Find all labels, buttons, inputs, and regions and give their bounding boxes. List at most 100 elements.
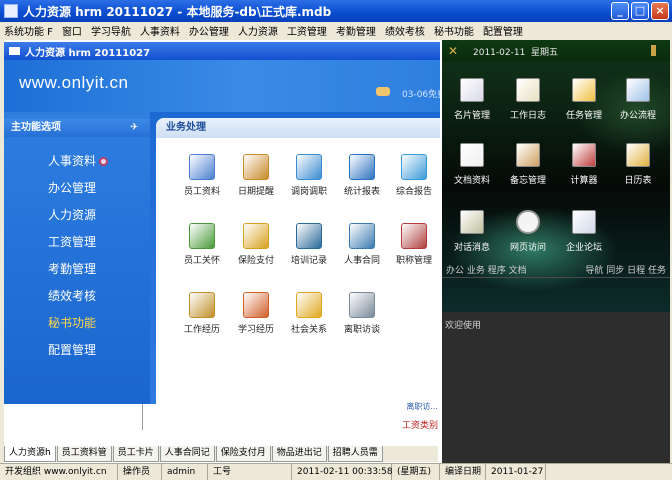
menu-office[interactable]: 办公管理 <box>189 23 229 38</box>
sidebar-tile-work-log[interactable]: 工作日志 <box>500 78 556 136</box>
sidebar-tile-business-card[interactable]: 名片管理 <box>444 78 500 136</box>
nav-item-label: 人事资料 <box>48 154 97 168</box>
close-button[interactable]: × <box>651 2 669 20</box>
menu-config[interactable]: 配置管理 <box>483 23 523 38</box>
tile-work-history[interactable]: 工作经历 <box>176 292 228 348</box>
underlying-grid: 离职访... 工资类别 <box>150 402 442 431</box>
tile-study-history[interactable]: 学习经历 <box>230 292 282 348</box>
tab-recruit[interactable]: 招聘人员需 <box>327 446 383 462</box>
sidebar-tile-task[interactable]: 任务管理 <box>556 78 612 136</box>
tile-care[interactable]: 员工关怀 <box>176 223 228 279</box>
menu-payroll[interactable]: 工资管理 <box>287 23 327 38</box>
tile-label: 统计报表 <box>343 187 380 197</box>
sidebar-tile-calendar-chip[interactable]: 日历表 <box>610 143 666 201</box>
report-icon <box>401 154 427 180</box>
close-sidebar-icon[interactable]: ✕ <box>448 44 458 58</box>
nav-item-payroll[interactable]: 工资管理 <box>48 233 96 250</box>
sidebar-cats-right[interactable]: 导航 同步 日程 任务 <box>585 263 666 276</box>
tile-insurance[interactable]: 保险支付 <box>230 223 282 279</box>
minimize-button[interactable]: _ <box>611 2 629 20</box>
tile-title-manage[interactable]: 职称管理 <box>388 223 440 279</box>
sidebar-tile-workflow[interactable]: 办公流程 <box>610 78 666 136</box>
status-operator-label: 操作员 <box>118 464 162 480</box>
menu-bar: 系统功能 F 窗口 学习导航 人事资料 办公管理 人力资源 工资管理 考勤管理 … <box>0 22 672 38</box>
status-compile-date: 2011-01-27 <box>486 464 546 480</box>
menu-secretary[interactable]: 秘书功能 <box>434 23 474 38</box>
tile-report[interactable]: 综合报告 <box>388 154 440 210</box>
task-icon <box>572 78 596 102</box>
sidebar-tile-swords[interactable]: 对话消息 <box>444 210 500 268</box>
statistics-icon <box>349 154 375 180</box>
nav-item-attendance[interactable]: 考勤管理 <box>48 260 96 277</box>
nav-item-personnel[interactable]: 人事资料 <box>48 152 109 169</box>
main-function-heading-text: 主功能选项 <box>11 122 61 133</box>
sidebar-tile-forum[interactable]: 企业论坛 <box>556 210 612 268</box>
sidebar-tile-memo[interactable]: 备忘管理 <box>500 143 556 201</box>
tab-hr[interactable]: 人力资源h <box>4 446 56 462</box>
inner-window-icon <box>9 47 20 55</box>
tile-training[interactable]: 培训记录 <box>283 223 335 279</box>
contract-icon <box>349 223 375 249</box>
menu-learning-nav[interactable]: 学习导航 <box>91 23 131 38</box>
inner-title-text: 人力资源 hrm 20111027 <box>25 47 151 59</box>
megaphone-icon <box>349 292 375 318</box>
tile-magnifier[interactable]: 调岗调职 <box>283 154 335 210</box>
tile-statistics[interactable]: 统计报表 <box>336 154 388 210</box>
tile-megaphone[interactable]: 离职访谈 <box>336 292 388 348</box>
pin-icon[interactable] <box>651 45 656 56</box>
tile-employee-file[interactable]: 员工资料 <box>176 154 228 210</box>
tile-label: 员工关怀 <box>183 256 220 266</box>
menu-performance[interactable]: 绩效考核 <box>385 23 425 38</box>
menu-window[interactable]: 窗口 <box>62 23 82 38</box>
tile-label: 职称管理 <box>395 256 432 266</box>
sidebar-tile-calculator[interactable]: 计算器 <box>556 143 612 201</box>
banner-date: 03-06免费 <box>402 90 440 100</box>
menu-personnel[interactable]: 人事资料 <box>140 23 180 38</box>
status-weekday: (星期五) <box>392 464 440 480</box>
tab-insurance[interactable]: 保险支付月 <box>215 446 271 462</box>
maximize-button[interactable]: □ <box>631 2 649 20</box>
tile-date-reminder[interactable]: 日期提醒 <box>230 154 282 210</box>
sidebar-tile-label: 办公流程 <box>619 111 656 121</box>
tile-social-folder[interactable]: 社会关系 <box>283 292 335 348</box>
window-controls: _ □ × <box>611 2 669 20</box>
inner-window-title[interactable]: 人力资源 hrm 20111027 <box>4 42 440 60</box>
nav-item-performance[interactable]: 绩效考核 <box>48 287 96 304</box>
sidebar-tile-clock[interactable]: 网页访问 <box>500 210 556 268</box>
tile-contract[interactable]: 人事合同 <box>336 223 388 279</box>
tab-contract[interactable]: 人事合同记 <box>159 446 215 462</box>
menu-attendance[interactable]: 考勤管理 <box>336 23 376 38</box>
tile-label: 员工资料 <box>183 187 220 197</box>
tab-employee-card[interactable]: 员工卡片 <box>112 446 159 462</box>
calendar-chip-icon <box>626 143 650 167</box>
bird-icon[interactable]: ✈ <box>130 122 142 134</box>
tile-label: 社会关系 <box>290 325 327 335</box>
sidebar-cats-left[interactable]: 办公 业务 程序 文档 <box>446 263 527 276</box>
tile-label: 培训记录 <box>290 256 327 266</box>
sidebar-tile-label: 名片管理 <box>453 111 490 121</box>
nav-item-hr[interactable]: 人力资源 <box>48 206 96 223</box>
menu-system[interactable]: 系统功能 F <box>4 23 53 38</box>
sidebar-date-text: 2011-02-11 <box>473 48 526 58</box>
sidebar-date: 2011-02-11 星期五 <box>473 45 558 58</box>
main-function-heading: 主功能选项 ✈ <box>4 119 150 137</box>
sidebar-tile-label: 任务管理 <box>565 111 602 121</box>
training-icon <box>296 223 322 249</box>
menu-hr[interactable]: 人力资源 <box>238 23 278 38</box>
sidebar-tile-document[interactable]: 文档资料 <box>444 143 500 201</box>
banner: www.onlyit.cn 03-06免费 <box>4 60 440 112</box>
calculator-icon <box>572 143 596 167</box>
sidebar-tile-label: 计算器 <box>570 176 598 186</box>
tab-goods[interactable]: 物品进出记 <box>271 446 327 462</box>
clock-icon <box>516 210 540 234</box>
title-bar[interactable]: 人力资源 hrm 20111027 - 本地服务-db\正式库.mdb _ □ … <box>0 0 672 22</box>
tab-employee-data[interactable]: 员工资料管 <box>56 446 112 462</box>
nav-item-secretary[interactable]: 秘书功能 <box>48 314 96 331</box>
study-history-icon <box>243 292 269 318</box>
nav-item-office[interactable]: 办公管理 <box>48 179 96 196</box>
sidebar-tile-label: 网页访问 <box>509 243 546 253</box>
status-datetime: 2011-02-11 00:33:58 <box>292 464 393 480</box>
nav-item-config[interactable]: 配置管理 <box>48 341 96 358</box>
handshake-icon <box>376 87 390 96</box>
forum-icon <box>572 210 596 234</box>
